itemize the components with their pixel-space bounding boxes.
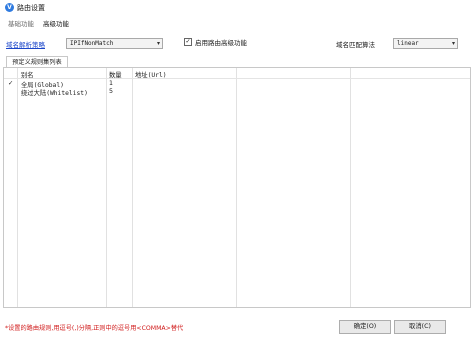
domain-matcher-select[interactable]: linear ▾ (393, 38, 458, 49)
tab-bar: 基础功能 高级功能 (0, 16, 474, 30)
domain-strategy-link[interactable]: 域名解析策略 (6, 39, 45, 49)
options-row: 域名解析策略 IPIfNonMatch ▾ ✓ 启用路由高级功能 域名匹配算法 … (0, 34, 474, 52)
tab-basic[interactable]: 基础功能 (8, 18, 34, 28)
row-check-mark: ✓ (8, 80, 14, 87)
checkbox-box[interactable]: ✓ (184, 38, 192, 46)
row-count: 1 (109, 80, 114, 87)
app-logo-icon: V (5, 3, 14, 12)
grid-line (350, 68, 351, 307)
chevron-down-icon: ▾ (451, 40, 455, 47)
table-row[interactable]: 绕过大陆(Whitelist) 5 (4, 88, 470, 97)
row-alias: 绕过大陆(Whitelist) (21, 90, 88, 97)
domain-strategy-select[interactable]: IPIfNonMatch ▾ (66, 38, 163, 49)
domain-strategy-value: IPIfNonMatch (70, 40, 114, 47)
chevron-down-icon: ▾ (156, 40, 160, 47)
window-title: 路由设置 (17, 4, 45, 12)
grid-line (236, 68, 237, 307)
domain-matcher-value: linear (397, 40, 419, 47)
title-bar: V 路由设置 (0, 0, 474, 16)
enable-advanced-checkbox[interactable]: ✓ 启用路由高级功能 (184, 37, 247, 47)
cancel-button[interactable]: 取消(C) (394, 320, 446, 334)
rules-table: 别名 数量 地址(Url) ✓ 全局(Global) 1 绕过大陆(Whitel… (3, 67, 471, 308)
grid-line (132, 68, 133, 307)
table-row[interactable]: ✓ 全局(Global) 1 (4, 80, 470, 89)
grid-line (106, 68, 107, 307)
footer-note: *设置的路由规则,用逗号(,)分隔,正则中的逗号用<COMMA>替代 (5, 325, 184, 332)
tab-advanced[interactable]: 高级功能 (43, 18, 69, 28)
column-header-count[interactable]: 数量 (109, 70, 122, 79)
enable-advanced-label: 启用路由高级功能 (195, 39, 247, 47)
row-count: 5 (109, 88, 114, 95)
column-header-alias[interactable]: 别名 (21, 70, 34, 79)
ok-button[interactable]: 确定(O) (339, 320, 391, 334)
column-header-url[interactable]: 地址(Url) (135, 70, 167, 79)
table-header: 别名 数量 地址(Url) (4, 68, 470, 79)
domain-matcher-label: 域名匹配算法 (336, 41, 375, 49)
grid-line (17, 68, 18, 307)
